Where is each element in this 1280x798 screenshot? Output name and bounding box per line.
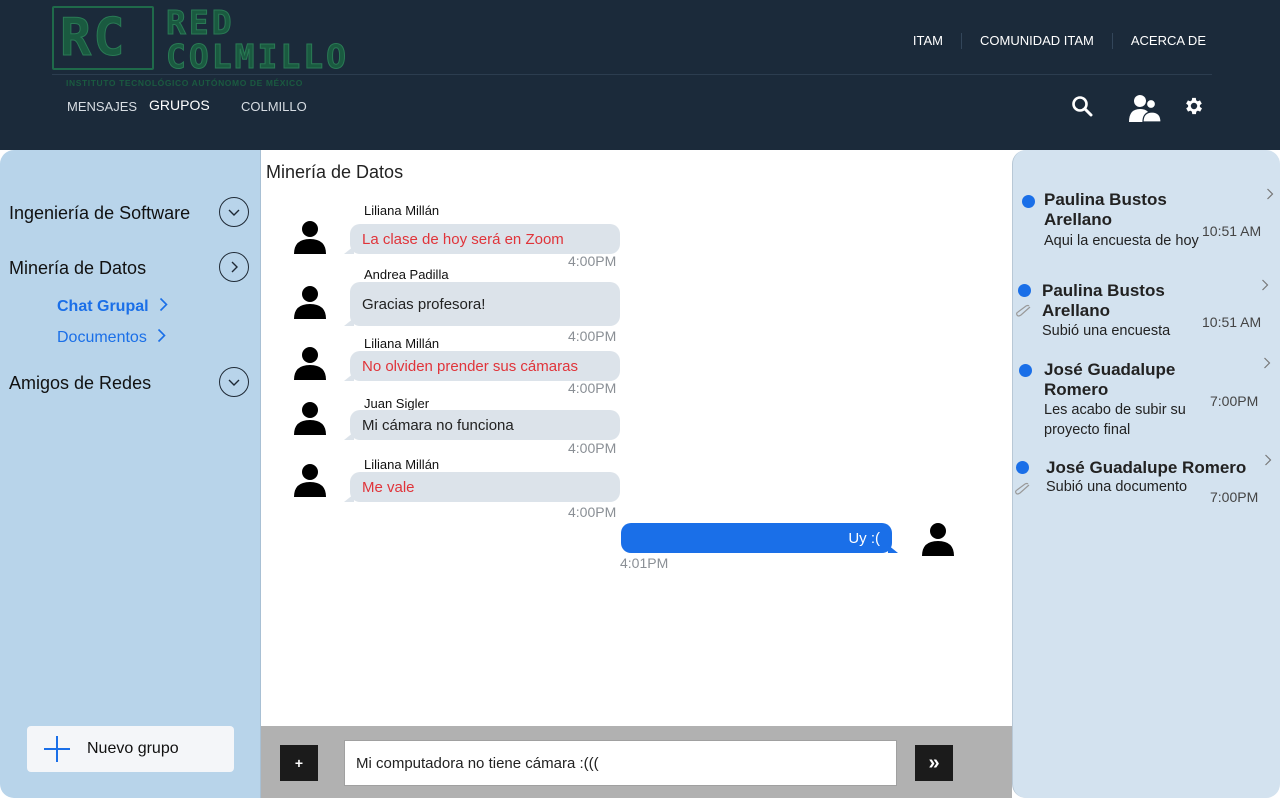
unread-dot-icon — [1018, 284, 1031, 297]
message-sender: Liliana Millán — [364, 457, 440, 472]
message-sender: Juan Sigler — [364, 396, 430, 411]
message-time: 4:00PM — [568, 504, 617, 520]
unread-dot-icon — [1019, 364, 1032, 377]
notification-item[interactable]: José Guadalupe Romero Les acabo de subir… — [1013, 357, 1280, 443]
top-links: ITAM COMUNIDAD ITAM ACERCA DE — [895, 33, 1206, 49]
chevron-right-icon — [159, 297, 168, 312]
chevron-down-icon[interactable] — [219, 197, 249, 227]
chat-title: Minería de Datos — [266, 162, 404, 182]
paperclip-icon — [1015, 482, 1030, 495]
nav-grupos[interactable]: GRUPOS — [149, 97, 210, 113]
notification-item[interactable]: José Guadalupe Romero Subió una document… — [1013, 454, 1280, 517]
my-message-time: 4:01PM — [620, 555, 669, 571]
notification-text: Aqui la encuesta de hoy — [1044, 233, 1199, 249]
message-sender: Andrea Padilla — [364, 267, 449, 282]
group-mineria-de-datos[interactable]: Minería de Datos — [9, 252, 249, 284]
plus-icon — [44, 736, 70, 762]
message-bubble: No olviden prender sus cámaras — [344, 351, 620, 381]
new-group-button[interactable]: Nuevo grupo — [27, 726, 234, 772]
notifications-panel: Paulina Bustos Arellano Aqui la encuesta… — [1012, 150, 1280, 798]
sidebar-item-documentos[interactable]: Documentos — [57, 328, 166, 347]
user-avatar-icon[interactable] — [294, 401, 326, 440]
user-avatar-icon[interactable] — [294, 285, 326, 324]
contacts-icon[interactable] — [1129, 93, 1163, 128]
nav-mensajes[interactable]: MENSAJES — [67, 99, 137, 114]
notification-item[interactable]: Paulina Bustos Arellano Subió una encues… — [1013, 279, 1280, 342]
sidebar-item-chat-grupal[interactable]: Chat Grupal — [57, 297, 168, 316]
message-composer: + » — [261, 726, 1012, 798]
message-sender: Liliana Millán — [364, 336, 440, 351]
group-label: Amigos de Redes — [9, 373, 152, 393]
logo-name-line2: COLMILLO — [166, 37, 349, 76]
chevron-right-icon[interactable] — [1264, 454, 1272, 466]
paperclip-icon — [1016, 304, 1031, 317]
my-avatar-icon[interactable] — [922, 522, 954, 561]
gear-icon[interactable] — [1183, 95, 1205, 122]
chevron-right-icon — [158, 328, 166, 343]
notification-text: Les acabo de subir su proyecto final — [1044, 402, 1186, 438]
message-time: 4:00PM — [568, 253, 617, 269]
search-icon[interactable] — [1071, 95, 1093, 122]
logo-subtitle: INSTITUTO TECNOLÓGICO AUTÓNOMO DE MÉXICO — [66, 78, 303, 88]
message-time: 4:00PM — [568, 440, 617, 456]
message-bubble: Me vale — [344, 472, 620, 502]
red-colmillo-logo[interactable]: RC RED COLMILLO INSTITUTO TECNOLÓGICO AU… — [52, 3, 362, 90]
attach-plus-button[interactable]: + — [280, 745, 318, 781]
notification-time: 10:51 AM — [1202, 223, 1262, 239]
user-avatar-icon[interactable] — [294, 346, 326, 385]
sidebar-item-label: Documentos — [57, 329, 147, 346]
notification-sender: José Guadalupe Romero — [1046, 458, 1247, 477]
group-label: Ingeniería de Software — [9, 203, 191, 223]
message-bubble: La clase de hoy será en Zoom — [344, 224, 620, 254]
logo-initials: RC — [60, 8, 127, 68]
notification-time: 7:00PM — [1210, 393, 1259, 409]
notification-sender: Paulina Bustos Arellano — [1044, 190, 1167, 229]
my-message-bubble: Uy :( — [621, 523, 898, 553]
message-time: 4:00PM — [568, 328, 617, 344]
send-button[interactable]: » — [915, 745, 953, 781]
message-input[interactable] — [344, 740, 897, 786]
notification-item[interactable]: Paulina Bustos Arellano Aqui la encuesta… — [1013, 188, 1280, 274]
app-header: RC RED COLMILLO INSTITUTO TECNOLÓGICO AU… — [0, 0, 1280, 150]
unread-dot-icon — [1016, 461, 1029, 474]
notification-time: 10:51 AM — [1202, 314, 1262, 330]
header-divider — [52, 74, 1212, 75]
chevron-right-icon[interactable] — [1261, 279, 1269, 291]
message-sender: Liliana Millán — [364, 203, 440, 218]
chevron-right-icon[interactable] — [1263, 357, 1271, 369]
chevron-right-icon[interactable] — [1266, 188, 1274, 200]
chat-panel: Minería de Datos Liliana Millán La clase… — [261, 150, 1012, 798]
notification-time: 7:00PM — [1210, 489, 1259, 505]
logo-name-line1: RED — [166, 3, 235, 42]
group-amigos-de-redes[interactable]: Amigos de Redes — [9, 367, 249, 399]
chevron-down-icon[interactable] — [219, 367, 249, 397]
top-link-itam[interactable]: ITAM — [895, 33, 961, 49]
nav-colmillo[interactable]: COLMILLO — [241, 99, 307, 114]
group-ingenieria-de-software[interactable]: Ingeniería de Software — [9, 197, 249, 229]
top-link-acerca-de[interactable]: ACERCA DE — [1111, 33, 1206, 49]
message-time: 4:00PM — [568, 380, 617, 396]
groups-sidebar: Ingeniería de Software Minería de Datos … — [0, 150, 261, 798]
group-label: Minería de Datos — [9, 258, 147, 278]
unread-dot-icon — [1022, 195, 1035, 208]
user-avatar-icon[interactable] — [294, 463, 326, 502]
message-bubble: Mi cámara no funciona — [344, 410, 620, 440]
new-group-label: Nuevo grupo — [87, 740, 179, 757]
user-avatar-icon[interactable] — [294, 220, 326, 259]
message-bubble: Gracias profesora! — [344, 282, 620, 326]
top-link-comunidad-itam[interactable]: COMUNIDAD ITAM — [960, 33, 1112, 49]
notification-sender: Paulina Bustos Arellano — [1042, 281, 1165, 320]
notification-text: Subió una encuesta — [1042, 323, 1171, 339]
notification-text: Subió una documento — [1046, 479, 1188, 495]
sidebar-item-label: Chat Grupal — [57, 298, 149, 315]
logo-name: RED COLMILLO — [166, 3, 349, 76]
chevron-right-icon[interactable] — [219, 252, 249, 282]
notification-sender: José Guadalupe Romero — [1044, 360, 1176, 399]
